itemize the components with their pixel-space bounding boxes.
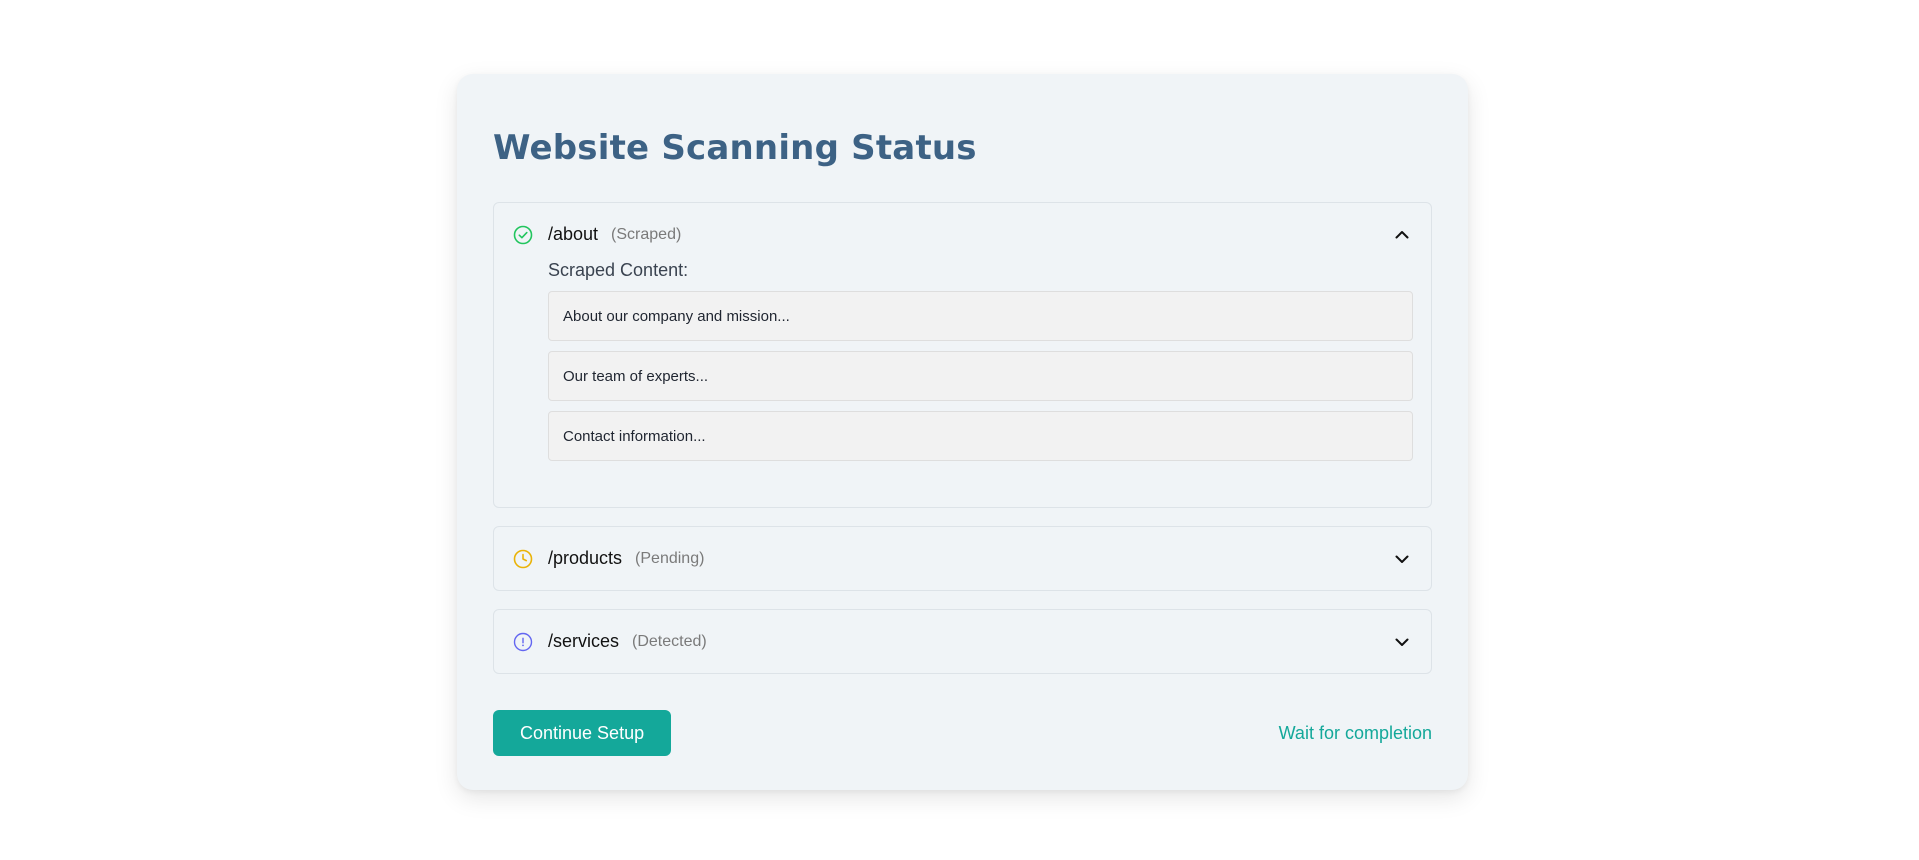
clock-icon [513, 549, 533, 569]
page-item-products: /products (Pending) [493, 526, 1432, 591]
page-item-services-header[interactable]: /services (Detected) [494, 610, 1431, 673]
page-status: (Detected) [632, 632, 707, 650]
page-title: Website Scanning Status [493, 128, 977, 168]
chevron-down-icon[interactable] [1391, 631, 1413, 653]
scraped-snippet: About our company and mission... [548, 291, 1413, 341]
card-footer: Continue Setup Wait for completion [493, 710, 1432, 756]
chevron-down-icon[interactable] [1391, 548, 1413, 570]
scraped-snippet: Contact information... [548, 411, 1413, 461]
scan-status-card: Website Scanning Status /about (Scraped) [457, 74, 1468, 790]
chevron-up-icon[interactable] [1391, 224, 1413, 246]
page-item-about-header[interactable]: /about (Scraped) [494, 203, 1431, 266]
page-path: /about [548, 224, 599, 244]
info-circle-icon [513, 632, 533, 652]
wait-for-completion-link[interactable]: Wait for completion [1279, 723, 1432, 744]
scraped-snippet: Our team of experts... [548, 351, 1413, 401]
page-list: /about (Scraped) Scraped Content: About … [493, 202, 1432, 674]
page-status: (Scraped) [611, 225, 682, 243]
page-item-services: /services (Detected) [493, 609, 1432, 674]
check-circle-icon [513, 225, 533, 245]
page-path: /products [548, 548, 623, 568]
page-status: (Pending) [635, 549, 705, 567]
page-path: /services [548, 631, 620, 651]
page-item-about: /about (Scraped) Scraped Content: About … [493, 202, 1432, 508]
continue-setup-button[interactable]: Continue Setup [493, 710, 672, 756]
scraped-content-title: Scraped Content: [548, 260, 689, 280]
page-item-products-header[interactable]: /products (Pending) [494, 527, 1431, 590]
scraped-content-panel: Scraped Content: About our company and m… [494, 260, 1431, 479]
